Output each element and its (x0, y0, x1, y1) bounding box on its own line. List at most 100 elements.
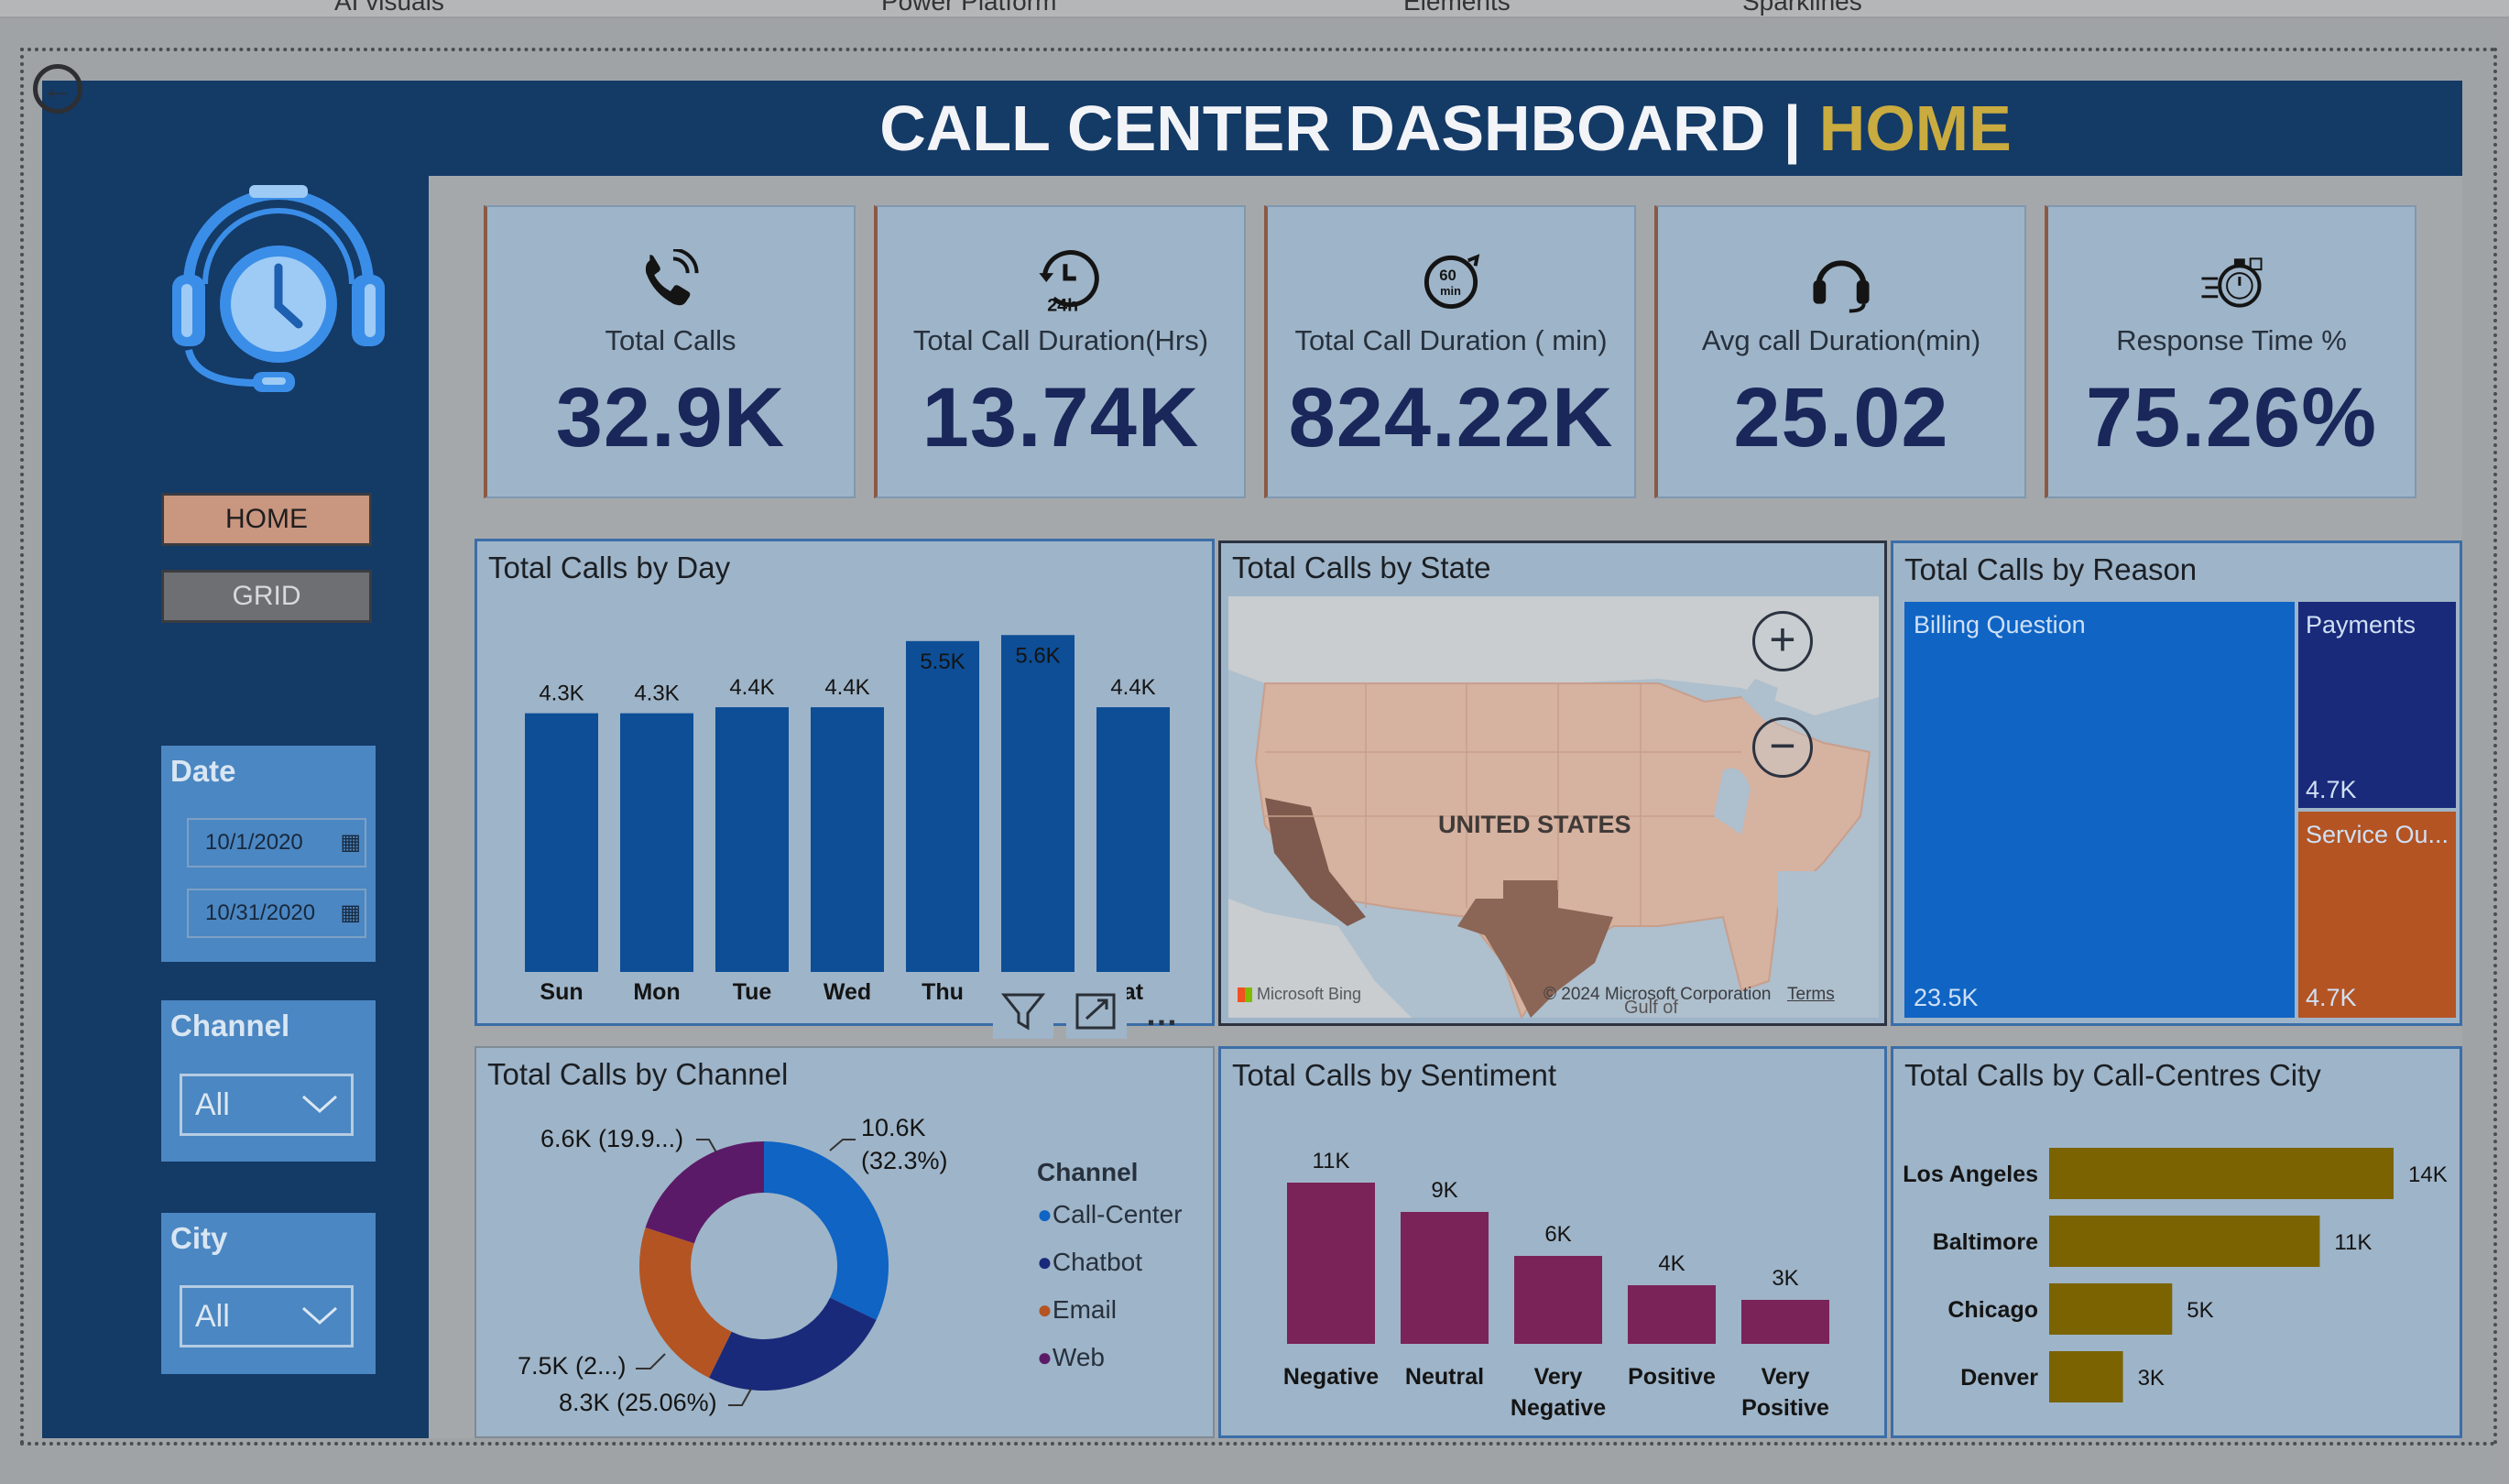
bar[interactable] (1001, 635, 1075, 972)
zoom-in-icon[interactable]: + (1752, 611, 1813, 671)
data-label: 4.3K (539, 682, 584, 706)
kpi-label: Avg call Duration(min) (1701, 324, 1981, 356)
kpi-value: 75.26% (2085, 371, 2378, 464)
bar[interactable] (2049, 1351, 2123, 1402)
data-label: 3K (1772, 1266, 1798, 1291)
bar[interactable] (1514, 1256, 1602, 1344)
donut-slice[interactable] (708, 1297, 877, 1391)
category-label: Sun (540, 979, 583, 1005)
svg-text:60: 60 (1439, 267, 1456, 284)
kpi-label: Total Call Duration(Hrs) (912, 324, 1209, 356)
category-label: Wed (824, 979, 871, 1005)
calendar-icon[interactable]: ▦ (340, 890, 361, 936)
chevron-down-icon[interactable] (301, 1095, 338, 1115)
channel-dropdown[interactable]: All (180, 1074, 354, 1136)
date-start-input[interactable]: 10/1/2020 ▦ (187, 818, 366, 867)
kpi-label: Total Call Duration ( min) (1294, 324, 1608, 356)
page-title: CALL CENTER DASHBOARD | HOME (429, 92, 2462, 165)
ribbon-tab-ai-visuals[interactable]: AI visuals (334, 0, 444, 16)
zoom-out-icon[interactable]: − (1752, 717, 1813, 778)
chevron-down-icon[interactable] (301, 1306, 338, 1326)
bar[interactable] (1096, 707, 1170, 972)
legend-label: Email (1052, 1295, 1117, 1324)
calls-by-day-panel[interactable]: Total Calls by Day 4.3K Sun 4.3K Mon 4.4K Tue… (475, 539, 1215, 1026)
calendar-icon[interactable]: ▦ (340, 820, 361, 866)
category-label: Negative (1283, 1364, 1379, 1390)
kpi-label: Response Time % (2116, 324, 2347, 356)
data-label: 4.4K (1110, 675, 1155, 700)
legend-label: Web (1052, 1343, 1105, 1371)
data-label: 11K (1313, 1149, 1350, 1173)
map-terms-link[interactable]: Terms (1787, 985, 1835, 1005)
bar[interactable] (620, 713, 693, 972)
calls-by-reason-panel[interactable]: Total Calls by Reason Billing Question 2… (1891, 540, 2462, 1026)
date-end-input[interactable]: 10/31/2020 ▦ (187, 889, 366, 938)
ribbon-tab-power-platform[interactable]: Power Platform (881, 0, 1056, 16)
data-label: 10.6K (861, 1114, 926, 1141)
focus-mode-icon[interactable] (1066, 982, 1127, 1039)
filter-icon[interactable] (993, 982, 1053, 1039)
category-label: Very (1762, 1364, 1810, 1390)
ribbon-tab-sparklines[interactable]: Sparklines (1742, 0, 1862, 16)
headset-logo-icon (172, 185, 385, 392)
calls-by-channel-panel[interactable]: Total Calls by Channel 10.6K (32.3%) 6.6K … (475, 1046, 1215, 1438)
treemap-cell-payments[interactable]: Payments 4.7K (2296, 600, 2458, 810)
treemap-cell-service-outage[interactable]: Service Ou... 4.7K (2296, 810, 2458, 1020)
city-dropdown[interactable]: All (180, 1285, 354, 1348)
bar[interactable] (1401, 1212, 1489, 1344)
home-button[interactable]: HOME (161, 493, 372, 546)
treemap-value: 23.5K (1914, 984, 1979, 1011)
ribbon-tab-elements[interactable]: Elements (1403, 0, 1511, 16)
category-label: Chicago (1947, 1297, 2038, 1323)
donut-slice[interactable] (645, 1141, 764, 1244)
map-provider: Microsoft Bing (1257, 985, 1362, 1003)
microsoft-logo-icon (1238, 988, 1252, 1003)
treemap-value: 4.7K (2306, 984, 2357, 1011)
data-label: 11K (2334, 1230, 2372, 1255)
legend-item-call-center[interactable]: ●Call-Center (1037, 1200, 1183, 1229)
phone-icon (645, 249, 699, 306)
back-arrow-icon[interactable]: ← (33, 64, 82, 114)
date-slicer-header: Date (161, 746, 376, 797)
kpi-card-response-time: Response Time % 75.26% (2045, 205, 2416, 498)
headset-icon (1813, 260, 1870, 313)
bar[interactable] (2049, 1216, 2320, 1267)
bar[interactable] (2049, 1283, 2173, 1335)
focus-mode-button[interactable] (1066, 982, 1127, 1039)
calls-by-state-panel[interactable]: Total Calls by State UNITED STATES Gulf … (1218, 540, 1887, 1026)
bar[interactable] (2049, 1148, 2394, 1199)
kpi-label: Total Calls (605, 324, 736, 356)
category-label: Baltimore (1933, 1229, 2038, 1255)
legend-item-web[interactable]: ●Web (1037, 1343, 1105, 1372)
data-label: 4K (1658, 1251, 1685, 1276)
more-options-icon[interactable]: … (1145, 995, 1178, 1033)
calls-by-city-chart: Los Angeles 14K Baltimore 11K Chicago 5K Denve… (1903, 1148, 2448, 1402)
bar[interactable] (906, 640, 979, 972)
filter-button[interactable] (993, 982, 1053, 1039)
calls-by-sentiment-panel[interactable]: Total Calls by Sentiment 11K Negative 9K Ne… (1218, 1046, 1887, 1438)
bar[interactable] (1628, 1285, 1716, 1344)
kpi-value: 32.9K (555, 371, 786, 464)
legend-item-email[interactable]: ●Email (1037, 1295, 1117, 1325)
treemap-cell-billing[interactable]: Billing Question 23.5K (1903, 600, 2296, 1020)
bar[interactable] (811, 707, 884, 972)
calls-by-city-panel[interactable]: Total Calls by Call-Centres City Los Ang… (1891, 1046, 2462, 1438)
legend-item-chatbot[interactable]: ●Chatbot (1037, 1248, 1142, 1277)
donut-slice[interactable] (639, 1227, 732, 1379)
legend-dot: ● (1037, 1200, 1053, 1228)
leader-line (829, 1139, 856, 1151)
data-label: 4.4K (729, 675, 774, 700)
bar[interactable] (525, 713, 598, 972)
city-slicer-header: City (161, 1213, 376, 1264)
treemap-value: 4.7K (2306, 776, 2357, 803)
data-label: 5K (2187, 1298, 2213, 1323)
date-end-value: 10/31/2020 (205, 900, 316, 925)
channel-dropdown-value: All (195, 1087, 230, 1122)
bar[interactable] (715, 707, 789, 972)
bar[interactable] (1287, 1183, 1375, 1344)
grid-button[interactable]: GRID (161, 570, 372, 623)
category-label: Neutral (1405, 1364, 1484, 1390)
leader-line (636, 1353, 666, 1369)
svg-text:min: min (1440, 284, 1461, 298)
bar[interactable] (1741, 1300, 1829, 1344)
